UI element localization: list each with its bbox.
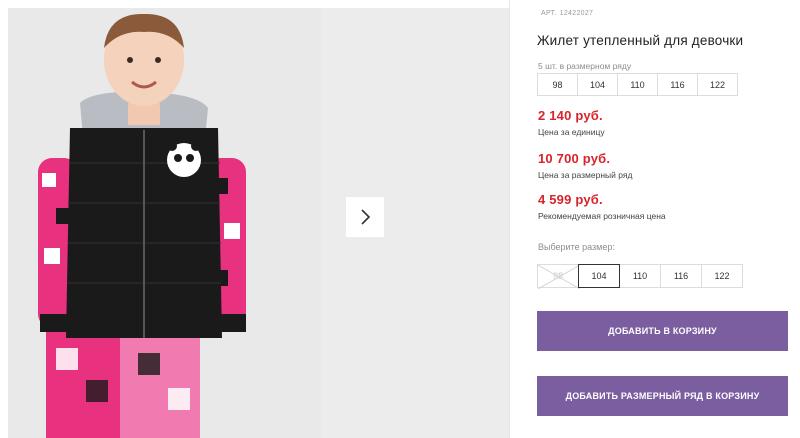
size-select-label: Выберите размер: [538,242,615,252]
sku-value: 12422027 [559,10,594,17]
set-price-label: Цена за размерный ряд [538,170,633,180]
product-photo[interactable] [8,8,321,438]
size-set-item: 116 [657,73,698,96]
product-sku: АРТ. 12422027 [538,10,593,17]
unit-price-label: Цена за единицу [538,127,605,137]
gallery-next-button[interactable] [346,197,384,237]
chevron-right-icon [361,209,371,225]
sku-label: АРТ. [541,10,557,17]
add-to-cart-button[interactable]: ДОБАВИТЬ В КОРЗИНУ [537,311,788,351]
size-set-item: 110 [617,73,658,96]
size-option-110[interactable]: 110 [619,264,661,288]
size-set-item: 104 [577,73,618,96]
size-option-122[interactable]: 122 [701,264,743,288]
retail-price-label: Рекомендуемая розничная цена [538,211,666,221]
product-photo-illustration [8,8,321,438]
size-set-list: 98 104 110 116 122 [537,73,738,96]
size-set-item: 122 [697,73,738,96]
product-gallery [0,0,510,438]
size-option-116[interactable]: 116 [660,264,702,288]
size-set-item: 98 [537,73,578,96]
retail-price: 4 599 руб. [538,192,603,207]
size-selector: 98 104 110 116 122 [537,264,743,289]
size-set-note: 5 шт. в размерном ряду [538,61,632,71]
unit-price: 2 140 руб. [538,108,603,123]
size-option-104[interactable]: 104 [578,264,620,288]
add-size-set-to-cart-button[interactable]: ДОБАВИТЬ РАЗМЕРНЫЙ РЯД В КОРЗИНУ [537,376,788,416]
set-price: 10 700 руб. [538,151,611,166]
size-option-98[interactable]: 98 [537,264,580,289]
product-info-panel: АРТ. 12422027 Жилет утепленный для девочк… [510,0,800,438]
product-title: Жилет утепленный для девочки [537,33,744,48]
unavailable-strike-icon [538,265,580,289]
